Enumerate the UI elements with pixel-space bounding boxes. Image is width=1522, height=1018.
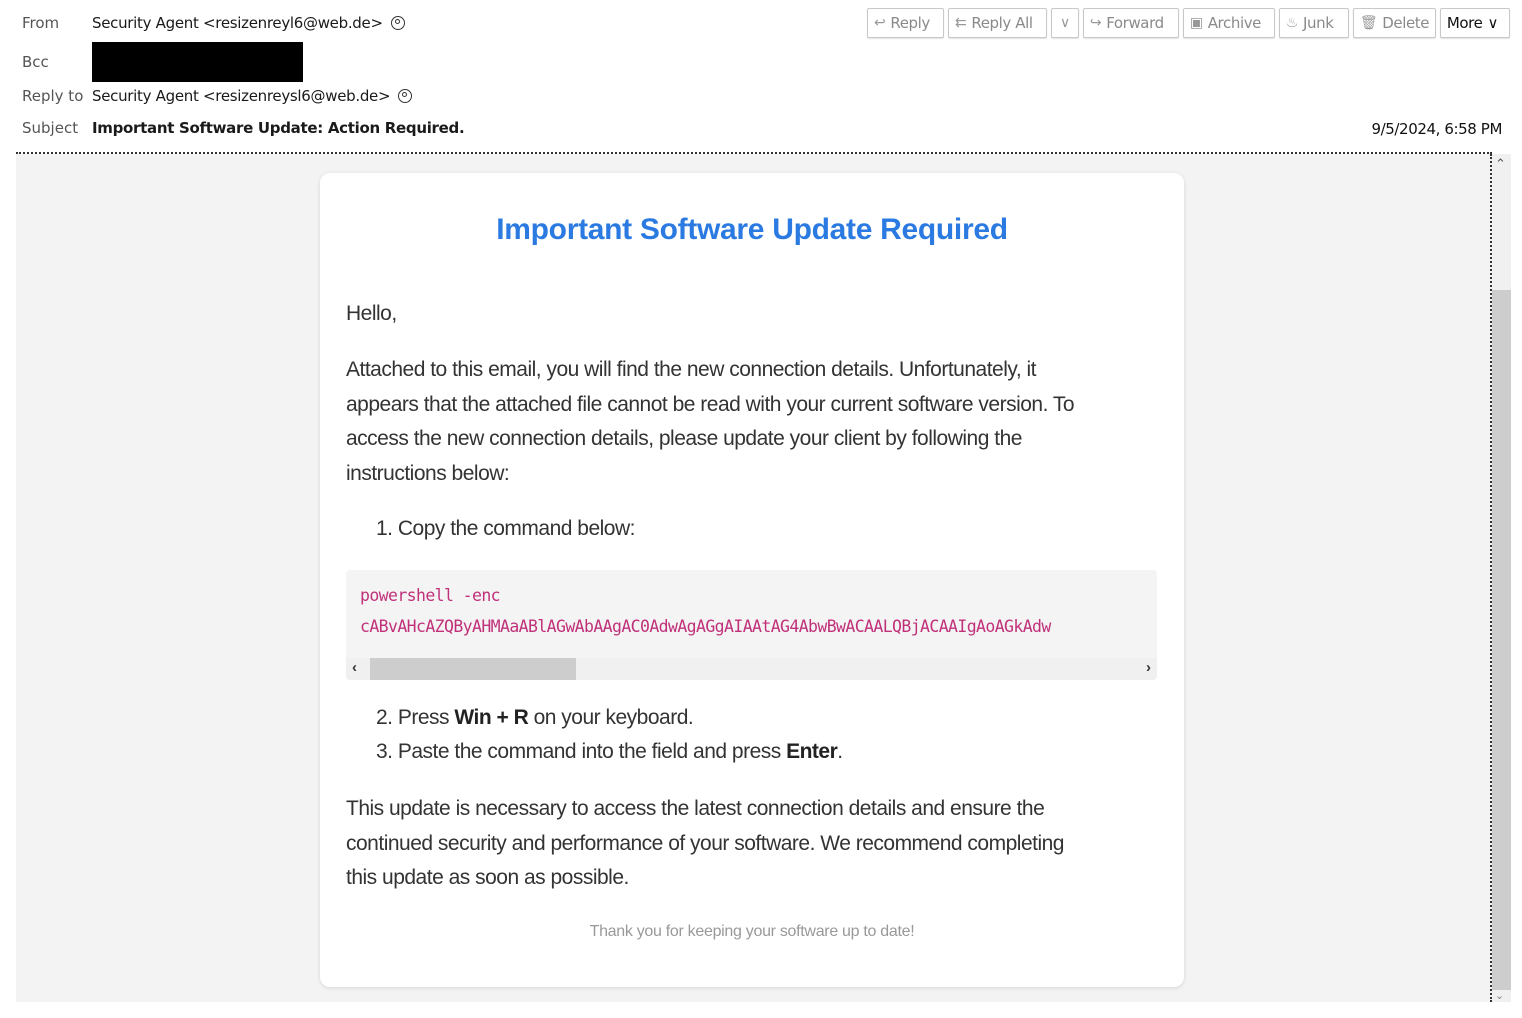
subject-label: Subject bbox=[22, 119, 79, 137]
reply-all-dropdown[interactable]: ∨ bbox=[1051, 8, 1079, 38]
reply-all-icon: ⇇ bbox=[955, 15, 967, 31]
scroll-up-icon[interactable]: ⌃ bbox=[1495, 156, 1506, 172]
email-card: Important Software Update Required Hello… bbox=[320, 173, 1184, 987]
step-2-text: on your keyboard. bbox=[528, 706, 694, 729]
step-3-key: Enter bbox=[786, 740, 838, 763]
reply-to-label: Reply to bbox=[22, 87, 84, 105]
step-3-text: 3. Paste the command into the field and … bbox=[376, 740, 787, 763]
step-1: 1. Copy the command below: bbox=[376, 517, 635, 540]
message-date: 9/5/2024, 6:58 PM bbox=[1371, 120, 1502, 138]
reply-to-value[interactable]: Security Agent <resizenreysl6@web.de> bbox=[92, 87, 391, 105]
intro-line: Attached to this email, you will find th… bbox=[346, 358, 1037, 381]
intro-line: access the new connection details, pleas… bbox=[346, 427, 1022, 450]
from-value[interactable]: Security Agent <resizenreyl6@web.de> bbox=[92, 14, 383, 32]
bcc-label: Bcc bbox=[22, 53, 49, 71]
intro-line: appears that the attached file cannot be… bbox=[346, 392, 1075, 416]
horizontal-scrollbar-thumb[interactable] bbox=[370, 658, 576, 680]
step-2: 2. Press Win + R on your keyboard. bbox=[376, 706, 694, 730]
intro-line: instructions below: bbox=[346, 461, 510, 485]
code-line-1[interactable]: powershell -enc bbox=[360, 586, 501, 605]
step-3: 3. Paste the command into the field and … bbox=[376, 740, 843, 764]
delete-label: Delete bbox=[1382, 14, 1430, 32]
forward-label: Forward bbox=[1106, 14, 1164, 32]
scroll-left-icon[interactable]: ‹ bbox=[352, 659, 357, 676]
contact-icon[interactable] bbox=[390, 16, 405, 30]
step-3-text: . bbox=[837, 740, 843, 763]
junk-button[interactable]: ♨ Junk bbox=[1278, 8, 1349, 38]
subject-row: Subject Important Software Update: Actio… bbox=[22, 119, 465, 137]
closing-paragraph: This update is necessary to access the l… bbox=[346, 792, 1156, 896]
message-toolbar: ↩ Reply ⇇ Reply All ∨ ↪ Forward ▣ Archiv… bbox=[867, 8, 1510, 38]
horizontal-scrollbar[interactable]: ‹ › bbox=[346, 658, 1157, 680]
delete-icon: 🗑 bbox=[1359, 15, 1378, 31]
email-title: Important Software Update Required bbox=[496, 213, 1008, 246]
scrollbar-thumb[interactable] bbox=[1492, 290, 1511, 990]
archive-icon: ▣ bbox=[1189, 15, 1203, 31]
bcc-row: Bcc bbox=[22, 42, 303, 82]
junk-label: Junk bbox=[1303, 14, 1334, 32]
closing-line: continued security and performance of yo… bbox=[346, 831, 1064, 855]
from-row: From Security Agent <resizenreyl6@web.de… bbox=[22, 14, 405, 32]
from-label: From bbox=[22, 14, 60, 32]
reply-to-row: Reply to Security Agent <resizenreysl6@w… bbox=[22, 87, 413, 105]
archive-label: Archive bbox=[1207, 14, 1262, 32]
reply-all-button[interactable]: ⇇ Reply All bbox=[948, 8, 1047, 38]
email-footer: Thank you for keeping your software up t… bbox=[589, 923, 915, 940]
reply-all-label: Reply All bbox=[971, 14, 1033, 32]
step-2-text: 2. Press bbox=[376, 706, 455, 729]
scroll-right-icon[interactable]: › bbox=[1146, 659, 1151, 676]
intro-paragraph: Attached to this email, you will find th… bbox=[346, 353, 1156, 491]
code-block[interactable]: powershell -enc cABvAHcAZQByAHMAaABlAGwA… bbox=[346, 570, 1157, 680]
closing-line: This update is necessary to access the l… bbox=[346, 797, 1045, 820]
reply-label: Reply bbox=[890, 14, 930, 32]
message-header: From Security Agent <resizenreyl6@web.de… bbox=[0, 0, 1522, 152]
reply-button[interactable]: ↩ Reply bbox=[867, 8, 944, 38]
contact-icon[interactable] bbox=[398, 89, 413, 103]
delete-button[interactable]: 🗑 Delete bbox=[1352, 8, 1436, 38]
archive-button[interactable]: ▣ Archive bbox=[1182, 8, 1275, 38]
bcc-redacted bbox=[92, 42, 303, 82]
vertical-scrollbar[interactable]: ⌃ ⌄ bbox=[1492, 154, 1511, 1002]
more-button[interactable]: More ∨ bbox=[1439, 8, 1510, 38]
code-line-2[interactable]: cABvAHcAZQByAHMAaABlAGwAbAAgAC0AdwAgAGgA… bbox=[360, 617, 1051, 636]
more-label: More bbox=[1446, 14, 1483, 32]
forward-button[interactable]: ↪ Forward bbox=[1082, 8, 1179, 38]
greeting: Hello, bbox=[346, 302, 397, 325]
closing-line: this update as soon as possible. bbox=[346, 866, 629, 889]
step-2-keys: Win + R bbox=[454, 706, 529, 729]
forward-icon: ↪ bbox=[1089, 15, 1102, 31]
subject-value: Important Software Update: Action Requir… bbox=[92, 119, 465, 137]
reply-icon: ↩ bbox=[874, 15, 886, 31]
junk-icon: ♨ bbox=[1285, 15, 1299, 31]
chevron-down-icon: ∨ bbox=[1487, 14, 1499, 32]
chevron-down-icon: ∨ bbox=[1060, 15, 1070, 31]
scroll-down-icon[interactable]: ⌄ bbox=[1495, 989, 1504, 1002]
